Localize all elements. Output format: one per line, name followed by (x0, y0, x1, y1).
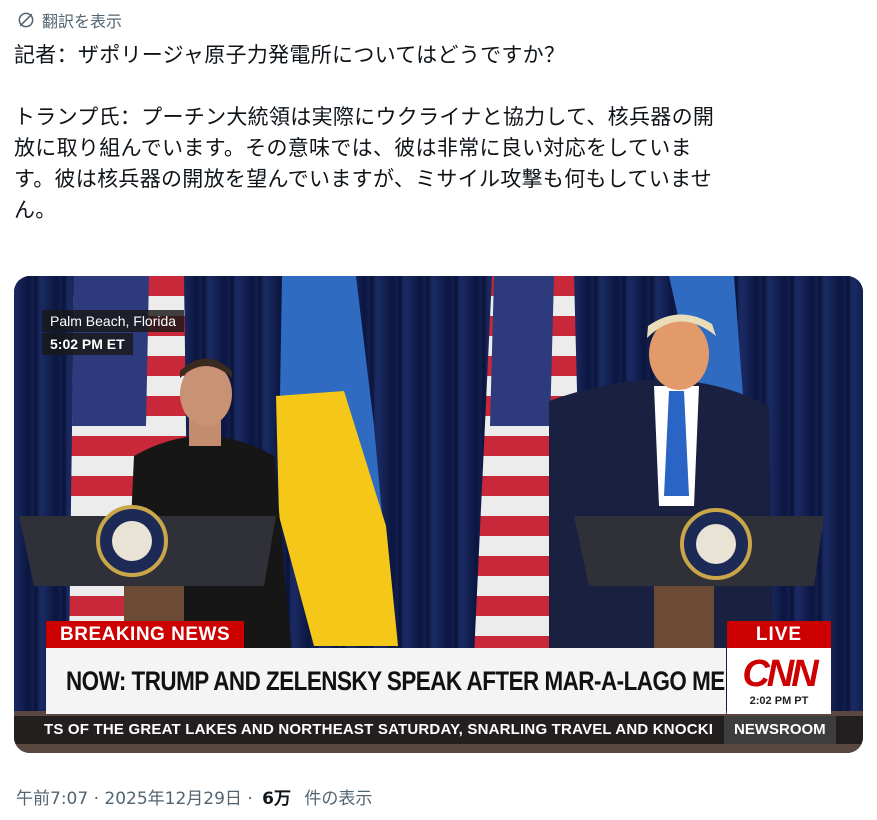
tweet-line: 記者：ザポリージャ原子力発電所についてはどうですか？ (14, 43, 566, 67)
translate-label: 翻訳を表示 (42, 12, 123, 31)
view-count: 6万 (262, 789, 291, 809)
news-ticker: TS OF THE GREAT LAKES AND NORTHEAST SATU… (14, 716, 863, 744)
headline-text: NOW: TRUMP AND ZELENSKY SPEAK AFTER MAR-… (66, 666, 791, 696)
local-time-label: 5:02 PM ET (42, 333, 133, 355)
post-time[interactable]: 午前7:07 (16, 789, 88, 809)
tweet-line: ん。 (14, 198, 57, 222)
tweet-line: トランプ氏：プーチン大統領は実際にウクライナと協力して、核兵器の開 (14, 105, 715, 129)
view-count-label: 件の表示 (304, 789, 373, 809)
location-label: Palm Beach, Florida (42, 310, 185, 332)
separator: · (93, 789, 99, 809)
tweet-text: 記者：ザポリージャ原子力発電所についてはどうですか？ トランプ氏：プーチン大統領… (14, 40, 864, 226)
ticker-text: TS OF THE GREAT LAKES AND NORTHEAST SATU… (44, 721, 714, 738)
program-label: NEWSROOM (724, 716, 836, 744)
network-time: 2:02 PM PT (749, 695, 809, 707)
translate-link[interactable]: 翻訳を表示 (16, 8, 122, 32)
network-logo-box: CNN 2:02 PM PT (727, 648, 831, 714)
video-player[interactable]: Palm Beach, Florida 5:02 PM ET BREAKING … (14, 276, 863, 753)
post-date[interactable]: 2025年12月29日 (104, 789, 242, 809)
translate-icon (18, 12, 34, 28)
separator: · (247, 789, 253, 809)
breaking-news-banner: BREAKING NEWS (46, 621, 245, 648)
cnn-logo: CNN (742, 653, 818, 695)
headline-bar: NOW: TRUMP AND ZELENSKY SPEAK AFTER MAR-… (46, 648, 791, 714)
live-badge: LIVE (727, 621, 831, 648)
tweet-line: す。彼は核兵器の開放を望んでいますが、ミサイル攻撃も何もしていませ (14, 167, 713, 191)
tweet-line: 放に取り組んでいます。その意味では、彼は非常に良い対応をしていま (14, 136, 692, 160)
tweet-meta: 午前7:07 · 2025年12月29日 · 6万 件の表示 (16, 784, 372, 809)
